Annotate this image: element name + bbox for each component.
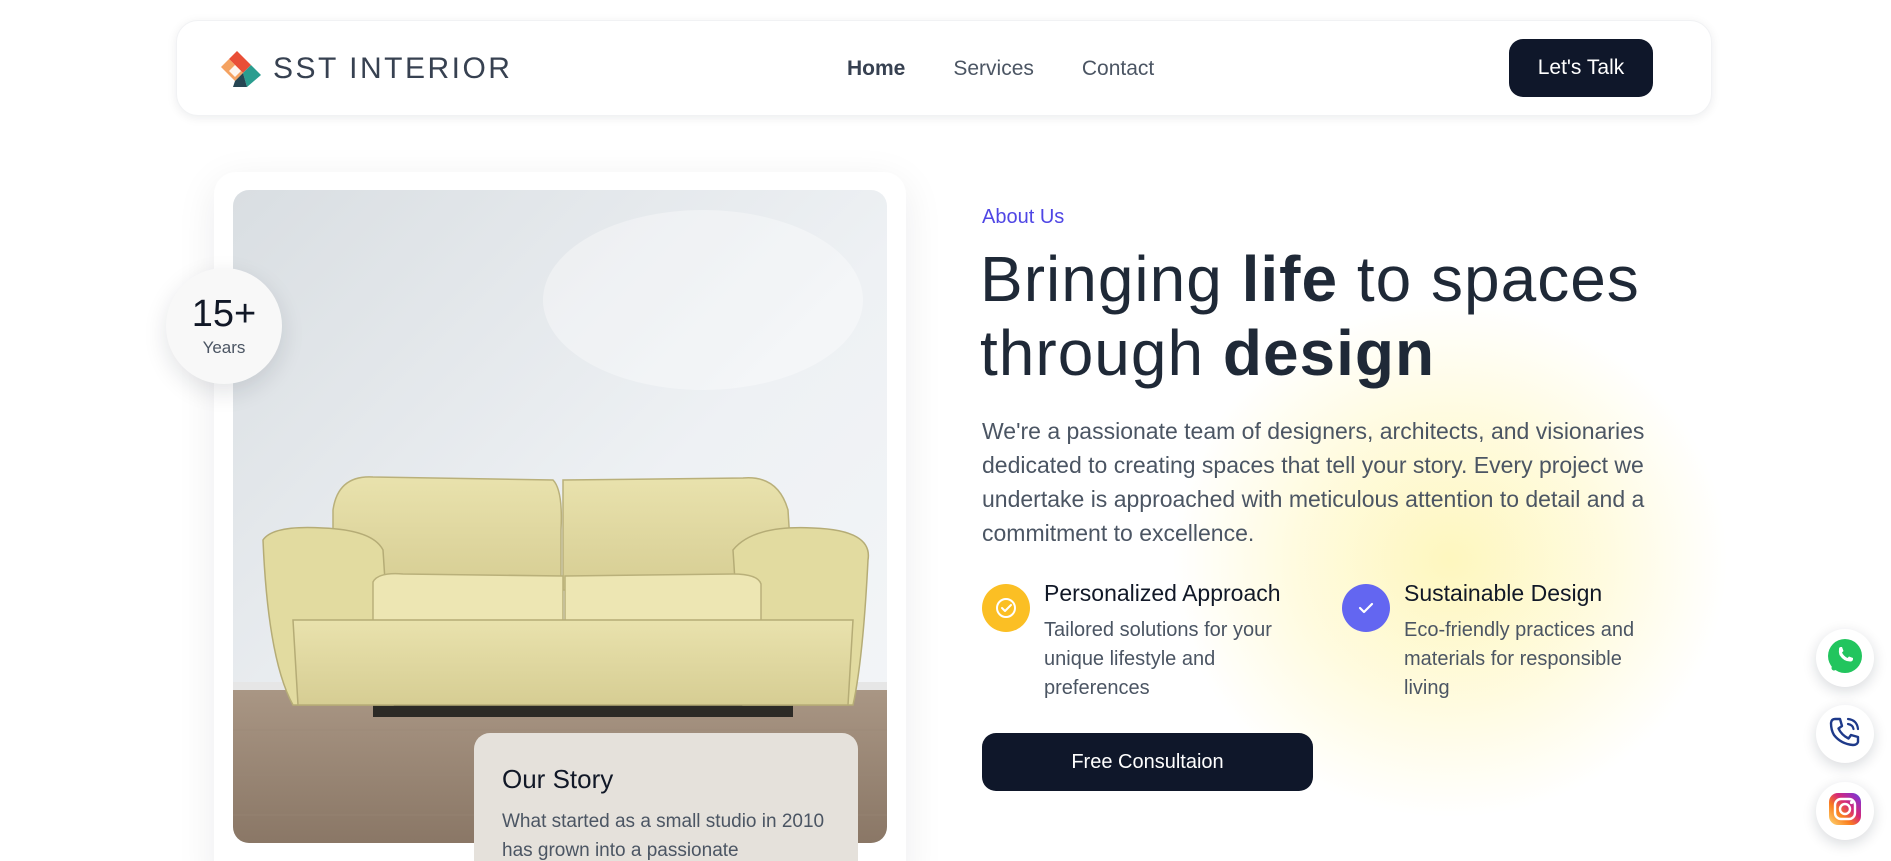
instagram-button[interactable] (1816, 782, 1874, 840)
headline-text-1: Bringing (980, 243, 1242, 315)
whatsapp-button[interactable] (1816, 629, 1874, 687)
intro-paragraph: We're a passionate team of designers, ar… (982, 418, 1645, 546)
navbar: SST INTERIOR Home Services Contact Let's… (176, 20, 1712, 116)
brand-logo-icon (217, 49, 265, 89)
brand-link[interactable]: SST INTERIOR (217, 49, 512, 89)
phone-icon (1826, 713, 1864, 756)
story-title: Our Story (502, 764, 614, 794)
feature-description: Eco-friendly practices and materials for… (1404, 619, 1635, 699)
feature-title: Personalized Approach (1044, 580, 1281, 606)
whatsapp-icon (1825, 636, 1865, 681)
story-text: What started as a small studio in 2010 h… (502, 811, 825, 861)
phone-button[interactable] (1816, 705, 1874, 763)
nav-link-contact[interactable]: Contact (1082, 54, 1154, 84)
free-consultation-button[interactable]: Free Consultaion (982, 733, 1313, 791)
section-eyebrow: About Us (982, 206, 1065, 228)
headline-bold-1: life (1241, 243, 1339, 315)
our-story-card: Our Story What started as a small studio… (474, 733, 858, 861)
instagram-icon (1827, 791, 1863, 832)
nav-link-home[interactable]: Home (847, 54, 905, 84)
brand-name: SST INTERIOR (273, 52, 513, 85)
check-icon (1342, 584, 1390, 632)
years-value: 15+ (191, 293, 257, 335)
check-circle-icon (982, 584, 1030, 632)
feature-title: Sustainable Design (1404, 580, 1603, 606)
nav-link-services[interactable]: Services (953, 54, 1034, 84)
main-nav: Home Services Contact (847, 54, 1202, 84)
headline-bold-2: design (1222, 317, 1436, 389)
section-headline: Bringing life to spaces through design (980, 242, 1700, 390)
years-experience-badge: 15+ Years (166, 268, 282, 384)
page: SST INTERIOR Home Services Contact Let's… (0, 0, 1891, 861)
years-label: Years (202, 338, 246, 357)
feature-description: Tailored solutions for your unique lifes… (1044, 619, 1272, 699)
lets-talk-button[interactable]: Let's Talk (1509, 39, 1653, 97)
